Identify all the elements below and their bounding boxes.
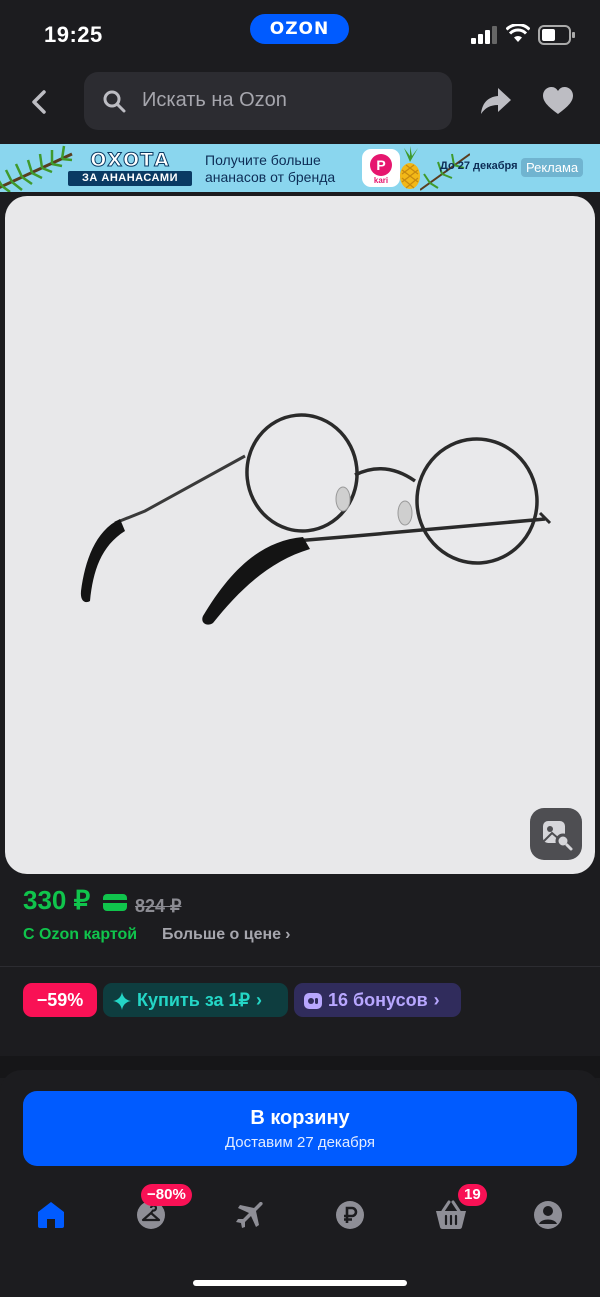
bonus-chip[interactable]: 16 бонусов › (294, 983, 461, 1017)
fresh-discount-badge: −80% (141, 1184, 192, 1206)
bottom-panel: В корзину Доставим 27 декабря −80% 19 (0, 1070, 600, 1297)
tab-finance[interactable] (320, 1195, 380, 1235)
price-with-card: 330 ₽ (23, 885, 91, 915)
bonus-coin-icon (304, 993, 322, 1010)
product-photo-glasses (80, 413, 552, 625)
ad-label: Реклама (521, 158, 584, 177)
more-about-price-label: Больше о цене (162, 926, 282, 943)
heart-icon[interactable] (543, 87, 573, 115)
find-similar-button[interactable] (530, 808, 582, 860)
back-arrow-icon[interactable] (24, 86, 56, 118)
search-placeholder: Искать на Ozon (142, 89, 287, 111)
pine-branch-icon (0, 145, 73, 192)
product-image-gallery[interactable] (5, 196, 595, 874)
search-bar[interactable]: Искать на Ozon (84, 72, 452, 130)
discount-badge: −59% (23, 983, 97, 1017)
ozon-logo: OZON (250, 14, 349, 44)
delivery-date: Доставим 27 декабря (224, 1134, 376, 1151)
wifi-icon (506, 24, 530, 42)
more-about-price-link[interactable]: Больше о цене › (162, 926, 290, 944)
signal-icon (471, 26, 497, 44)
status-time: 19:25 (44, 22, 103, 47)
kari-app-logo: P kari (362, 149, 400, 187)
ozon-card-icon (103, 894, 127, 911)
profile-icon (534, 1201, 562, 1229)
buy-for-1-ruble-chip[interactable]: Купить за 1₽ › (103, 983, 288, 1017)
add-to-cart-button[interactable]: В корзину Доставим 27 декабря (23, 1091, 577, 1166)
basket-icon (436, 1200, 466, 1229)
cart-count-badge: 19 (458, 1184, 487, 1206)
buy-for-1-ruble-label: Купить за 1₽ (137, 990, 251, 1010)
banner-message: Получите больше ананасов от бренда (205, 152, 336, 185)
home-icon (38, 1202, 64, 1228)
tab-fresh[interactable]: −80% (121, 1184, 192, 1235)
chevron-right-icon: › (256, 990, 263, 1010)
banner-title: ОХОТА (90, 149, 170, 171)
ozon-card-label: С Ozon картой (23, 926, 138, 943)
ruble-icon (336, 1201, 364, 1229)
kari-logo-icon: P (370, 154, 392, 176)
home-indicator (193, 1280, 407, 1286)
tab-profile[interactable] (518, 1195, 578, 1235)
share-icon[interactable] (480, 86, 512, 116)
old-price: 824 ₽ (135, 896, 182, 916)
status-bar: 19:25 OZON (0, 0, 600, 66)
search-icon (103, 90, 126, 113)
battery-icon (538, 25, 575, 45)
tab-travel[interactable] (220, 1195, 280, 1235)
add-to-cart-label: В корзину (250, 1107, 350, 1129)
chevron-right-icon: › (433, 990, 440, 1010)
pineapple-icon (400, 146, 420, 189)
kari-label: kari (373, 176, 389, 185)
bonus-label: 16 бонусов (328, 990, 428, 1010)
image-search-icon (543, 821, 573, 851)
banner-date: До 27 декабря (440, 160, 518, 172)
divider (0, 966, 600, 967)
sparkle-icon (113, 992, 131, 1011)
airplane-icon (236, 1202, 263, 1228)
banner-subtitle: ЗА АНАНАСАМИ (68, 171, 192, 186)
chevron-right-icon: › (285, 926, 291, 943)
tab-cart[interactable]: 19 (420, 1184, 487, 1235)
ad-banner[interactable]: ОХОТА ЗА АНАНАСАМИ Получите больше анана… (0, 144, 600, 192)
top-navigation: Искать на Ozon (0, 66, 600, 144)
tab-bar: −80% 19 (0, 1184, 600, 1255)
tab-home[interactable] (21, 1195, 81, 1235)
